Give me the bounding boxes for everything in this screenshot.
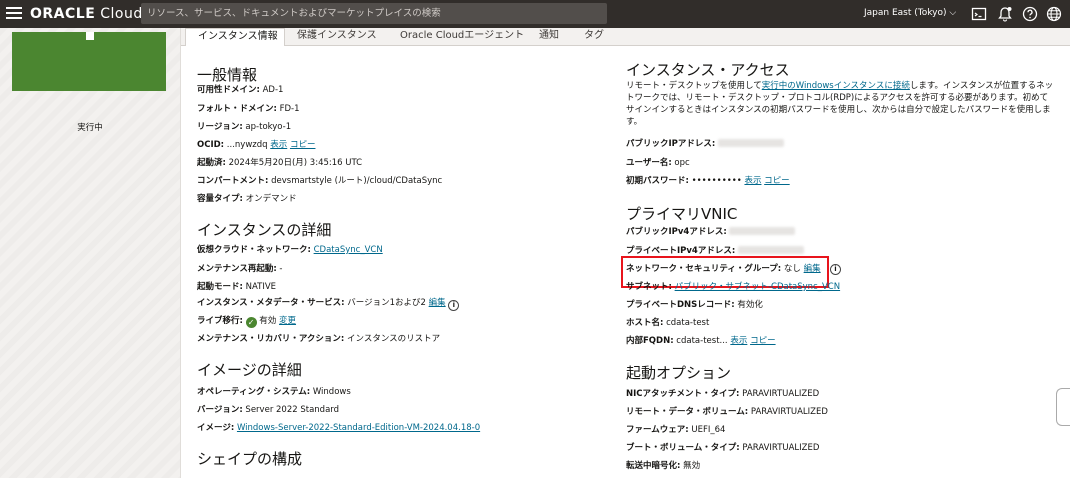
fqdn-show-link[interactable]: 表示 (730, 336, 747, 346)
hostname-row: ホスト名: cdata-test (626, 318, 710, 328)
connect-instance-link[interactable]: 実行中のWindowsインスタンスに接続 (762, 81, 910, 91)
os-row: オペレーティング・システム: Windows (197, 387, 351, 397)
public-ip-row: パブリックIPアドレス: (626, 139, 784, 149)
redacted-value (737, 246, 804, 254)
check-circle-icon: ✓ (245, 317, 257, 328)
image-row: イメージ: Windows-Server-2022-Standard-Editi… (197, 423, 481, 433)
username-row: ユーザー名: opc (626, 158, 690, 168)
launch-mode-row: 起動モード: NATIVE (197, 282, 277, 292)
metadata-edit-link[interactable]: 編集 (429, 298, 446, 308)
boot-volume-row: ブート・ボリューム・タイプ: PARAVIRTUALIZED (626, 443, 820, 453)
vcn-link[interactable]: CDataSync_VCN (314, 245, 383, 255)
live-migration-change-link[interactable]: 変更 (279, 316, 296, 326)
panel-divider (180, 28, 181, 478)
info-icon[interactable]: i (448, 300, 460, 311)
live-migration-row: ライブ移行: ✓ 有効 変更 (197, 316, 297, 328)
subnet-link[interactable]: パブリック・サブネット-CDataSync_VCN (675, 282, 840, 292)
nsg-info-icon[interactable]: i (830, 264, 841, 275)
instance-icon (86, 32, 94, 40)
access-description: リモート・デスクトップを使用して実行中のWindowsインスタンスに接続します。… (626, 81, 1054, 127)
launched-row: 起動済: 2024年5月20日(月) 3:45:16 UTC (197, 158, 363, 168)
image-version-row: バージョン: Server 2022 Standard (197, 405, 340, 415)
menu-icon[interactable] (6, 7, 22, 21)
help-icon[interactable] (1022, 6, 1038, 22)
general-info-heading: 一般情報 (197, 66, 258, 84)
tab-instance-info[interactable]: インスタンス情報 (185, 28, 285, 46)
internal-fqdn-row: 内部FQDN: cdata-test... 表示 コピー (626, 336, 776, 346)
launch-options-heading: 起動オプション (626, 364, 732, 382)
image-link[interactable]: Windows-Server-2022-Standard-Edition-VM-… (237, 423, 480, 433)
instance-state: 実行中 (77, 123, 103, 133)
public-ipv4-row: パブリックIPv4アドレス: (626, 227, 796, 237)
vcn-row: 仮想クラウド・ネットワーク: CDataSync_VCN (197, 245, 383, 255)
nic-attachment-row: NICアタッチメント・タイプ: PARAVIRTUALIZED (626, 389, 820, 399)
cloud-shell-icon[interactable] (971, 6, 987, 22)
image-details-heading: イメージの詳細 (197, 361, 302, 379)
search-box[interactable] (141, 3, 607, 24)
notifications-icon[interactable] (997, 6, 1013, 22)
help-floating-tab[interactable] (1056, 388, 1070, 426)
instance-status-tile (12, 32, 166, 91)
tab-tags[interactable]: タグ (584, 28, 604, 46)
password-show-link[interactable]: 表示 (744, 176, 761, 186)
redacted-value (718, 139, 784, 147)
shape-config-heading: シェイプの構成 (197, 450, 303, 468)
ocid-show-link[interactable]: 表示 (270, 140, 287, 150)
maintenance-reboot-row: メンテナンス再起動: - (197, 264, 283, 274)
fault-domain: フォルト・ドメイン: FD-1 (197, 104, 300, 114)
region-row: リージョン: ap-tokyo-1 (197, 122, 292, 132)
capacity-type-row: 容量タイプ: オンデマンド (197, 194, 297, 204)
recovery-action-row: メンテナンス・リカバリ・アクション: インスタンスのリストア (197, 334, 441, 344)
search-input[interactable] (141, 3, 607, 24)
private-ipv4-row: プライベートIPv4アドレス: (626, 246, 804, 256)
tab-cloud-agent[interactable]: Oracle Cloudエージェント (400, 28, 524, 46)
instance-access-heading: インスタンス・アクセス (626, 61, 790, 79)
tab-notifications[interactable]: 通知 (539, 28, 559, 46)
ocid-row: OCID: ...nywzdq 表示 コピー (197, 140, 316, 150)
ocid-copy-link[interactable]: コピー (290, 140, 316, 150)
redacted-value (729, 227, 796, 235)
instance-summary-panel: 実行中 (0, 28, 180, 478)
private-dns-row: プライベートDNSレコード: 有効化 (626, 300, 763, 310)
password-copy-link[interactable]: コピー (764, 176, 790, 186)
remote-volume-row: リモート・データ・ボリューム: PARAVIRTUALIZED (626, 407, 828, 417)
compartment-row: コンパートメント: devsmartstyle (ルート)/cloud/CDat… (197, 176, 443, 186)
language-globe-icon[interactable] (1046, 6, 1062, 22)
oracle-cloud-logo[interactable]: ORACLE Cloud (30, 6, 143, 22)
fqdn-copy-link[interactable]: コピー (750, 336, 776, 346)
top-bar: ORACLE Cloud Japan East (Tokyo) ⌵ (0, 0, 1070, 28)
metadata-service-row: インスタンス・メタデータ・サービス: バージョン1および2 編集 i (197, 298, 460, 311)
primary-vnic-heading: プライマリVNIC (626, 205, 738, 223)
in-transit-encryption-row: 転送中暗号化: 無効 (626, 461, 701, 471)
availability-domain: 可用性ドメイン: AD-1 (197, 85, 284, 95)
tab-protected-instances[interactable]: 保護インスタンス (297, 28, 377, 46)
initial-password-row: 初期パスワード: •••••••••• 表示 コピー (626, 176, 790, 186)
firmware-row: ファームウェア: UEFI_64 (626, 425, 726, 435)
instance-details-heading: インスタンスの詳細 (197, 221, 332, 239)
region-selector[interactable]: Japan East (Tokyo) ⌵ (864, 8, 956, 18)
subnet-row: サブネット: パブリック・サブネット-CDataSync_VCN (626, 282, 841, 292)
